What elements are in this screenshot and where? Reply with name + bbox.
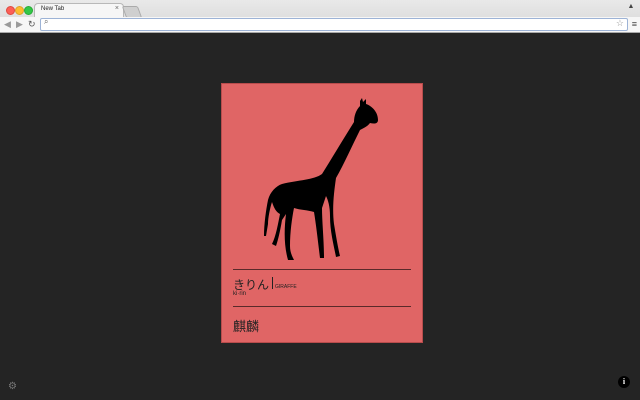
separator-bar (272, 277, 273, 289)
back-icon[interactable]: ◀ (4, 18, 11, 30)
flashcard: きりん GIRAFFE ki·rin 麒麟 (221, 83, 423, 343)
minimize-window-button[interactable] (15, 6, 24, 15)
maximize-window-button[interactable] (24, 6, 33, 15)
search-icon: ⌕ (44, 17, 49, 26)
english-label: GIRAFFE (275, 284, 297, 290)
close-window-button[interactable] (6, 6, 15, 15)
reload-icon[interactable]: ↻ (28, 18, 36, 30)
bookmark-star-icon[interactable]: ☆ (616, 18, 624, 29)
tab-title: New Tab (41, 6, 65, 12)
kanji-label: 麒麟 (233, 320, 260, 335)
tab-new-tab[interactable]: New Tab × (34, 3, 124, 18)
toolbar: ◀ ▶ ↻ ⌕ ☆ ≡ (0, 17, 640, 32)
browser-chrome: New Tab × ▲ ◀ ▶ ↻ ⌕ ☆ ≡ (0, 0, 640, 33)
close-tab-icon[interactable]: × (115, 5, 119, 12)
settings-gear-icon[interactable]: ⚙ (8, 381, 17, 392)
romaji-label: ki·rin (233, 291, 246, 297)
user-icon[interactable]: ▲ (626, 3, 636, 13)
giraffe-silhouette (264, 98, 378, 260)
menu-icon[interactable]: ≡ (632, 19, 637, 29)
omnibox[interactable]: ⌕ ☆ (40, 17, 628, 31)
divider-top (233, 269, 411, 270)
forward-icon[interactable]: ▶ (16, 18, 23, 30)
info-icon[interactable]: i (618, 376, 630, 388)
address-input[interactable] (53, 19, 613, 30)
divider-bottom (233, 306, 411, 307)
